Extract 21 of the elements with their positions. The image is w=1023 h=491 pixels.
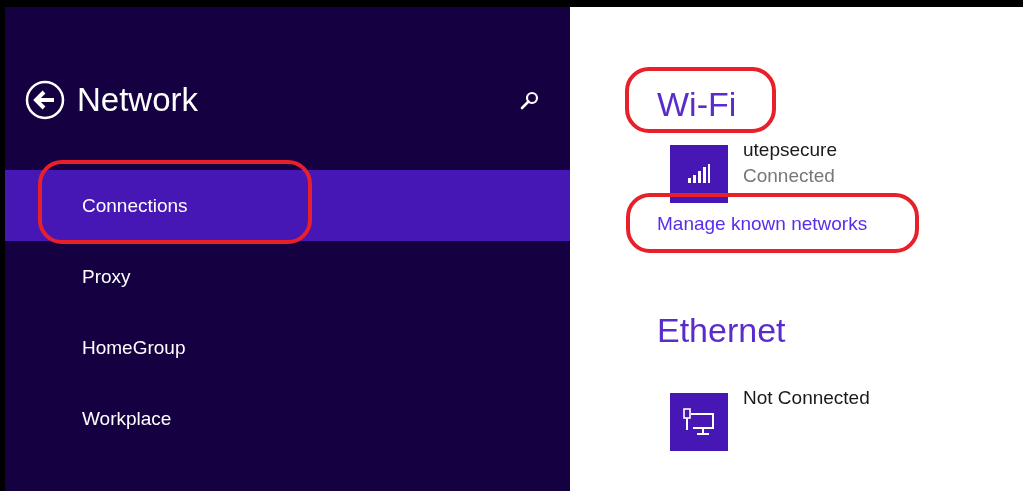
sidebar-item[interactable]: Proxy bbox=[5, 241, 570, 312]
manage-networks-link[interactable]: Manage known networks bbox=[657, 213, 868, 234]
network-tile[interactable] bbox=[670, 145, 728, 203]
ethernet-icon bbox=[682, 408, 716, 436]
sidebar-item-label: Proxy bbox=[82, 265, 131, 288]
search-icon[interactable] bbox=[520, 90, 540, 110]
sidebar-item[interactable]: Connections bbox=[5, 170, 570, 241]
sidebar-item-label: Connections bbox=[82, 194, 188, 217]
page-title: Network bbox=[77, 81, 200, 119]
sidebar-item-label: HomeGroup bbox=[82, 336, 186, 359]
connection-status: Connected bbox=[743, 164, 836, 188]
sidebar-item-label: Workplace bbox=[82, 407, 172, 430]
section-heading: Wi-Fi bbox=[657, 84, 737, 125]
sidebar-item[interactable]: Workplace bbox=[5, 383, 570, 454]
back-icon[interactable] bbox=[25, 80, 65, 120]
network-name: utepsecure bbox=[743, 138, 837, 162]
network-tile[interactable] bbox=[670, 393, 728, 451]
sidebar-item[interactable]: HomeGroup bbox=[5, 312, 570, 383]
signal-bars-icon bbox=[687, 164, 711, 184]
section-heading: Ethernet bbox=[657, 310, 786, 351]
connection-status: Not Connected bbox=[743, 386, 870, 410]
